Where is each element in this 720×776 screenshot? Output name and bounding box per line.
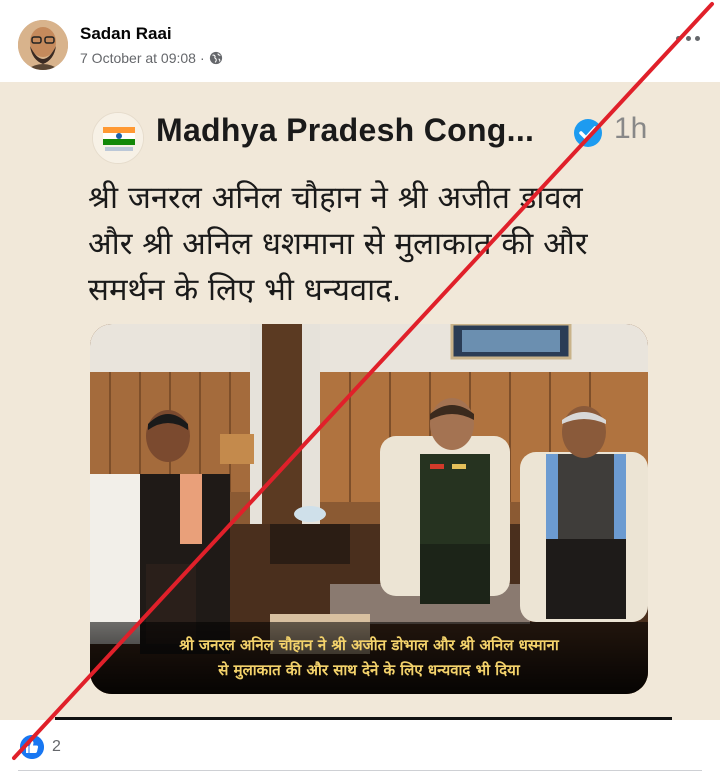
tweet-text-line: श्री जनरल अनिल चौहान ने श्री अजीत डावल xyxy=(88,180,583,216)
author-avatar[interactable] xyxy=(18,20,68,70)
congress-logo-avatar xyxy=(92,112,144,164)
photo-caption-line: से मुलाकात की और साथ देने के लिए धन्यवाद… xyxy=(218,661,520,679)
more-options-icon[interactable] xyxy=(676,30,700,46)
photo-caption-line: श्री जनरल अनिल चौहान ने श्री अजीत डोभाल … xyxy=(179,636,559,654)
meeting-photo: श्री जनरल अनिल चौहान ने श्री अजीत डोभाल … xyxy=(90,324,648,694)
author-name[interactable]: Sadan Raai xyxy=(80,24,172,44)
like-reaction-icon[interactable] xyxy=(20,735,44,759)
image-bottom-bar xyxy=(55,717,672,720)
post-timestamp[interactable]: 7 October at 09:08 xyxy=(80,50,196,66)
post-header: Sadan Raai 7 October at 09:08 · xyxy=(0,0,720,82)
facebook-post: Sadan Raai 7 October at 09:08 · Madhya P… xyxy=(0,0,720,776)
tweet-text-line: और श्री अनिल धशमाना से मुलाकात की और xyxy=(88,226,588,262)
globe-icon[interactable] xyxy=(209,51,223,65)
post-meta: 7 October at 09:08 · xyxy=(80,50,223,66)
tweet-text-line: समर्थन के लिए भी धन्यवाद. xyxy=(88,272,402,308)
photo-caption: श्री जनरल अनिल चौहान ने श्री अजीत डोभाल … xyxy=(90,622,648,694)
footer-divider xyxy=(18,770,702,771)
like-count[interactable]: 2 xyxy=(52,738,61,756)
tweet-time: 1h xyxy=(614,112,648,145)
tweet-account-name: Madhya Pradesh Cong... xyxy=(156,112,535,148)
tweet-text: श्री जनरल अनिल चौहान ने श्री अजीत डावल औ… xyxy=(88,175,668,313)
verified-badge-icon xyxy=(574,119,602,147)
